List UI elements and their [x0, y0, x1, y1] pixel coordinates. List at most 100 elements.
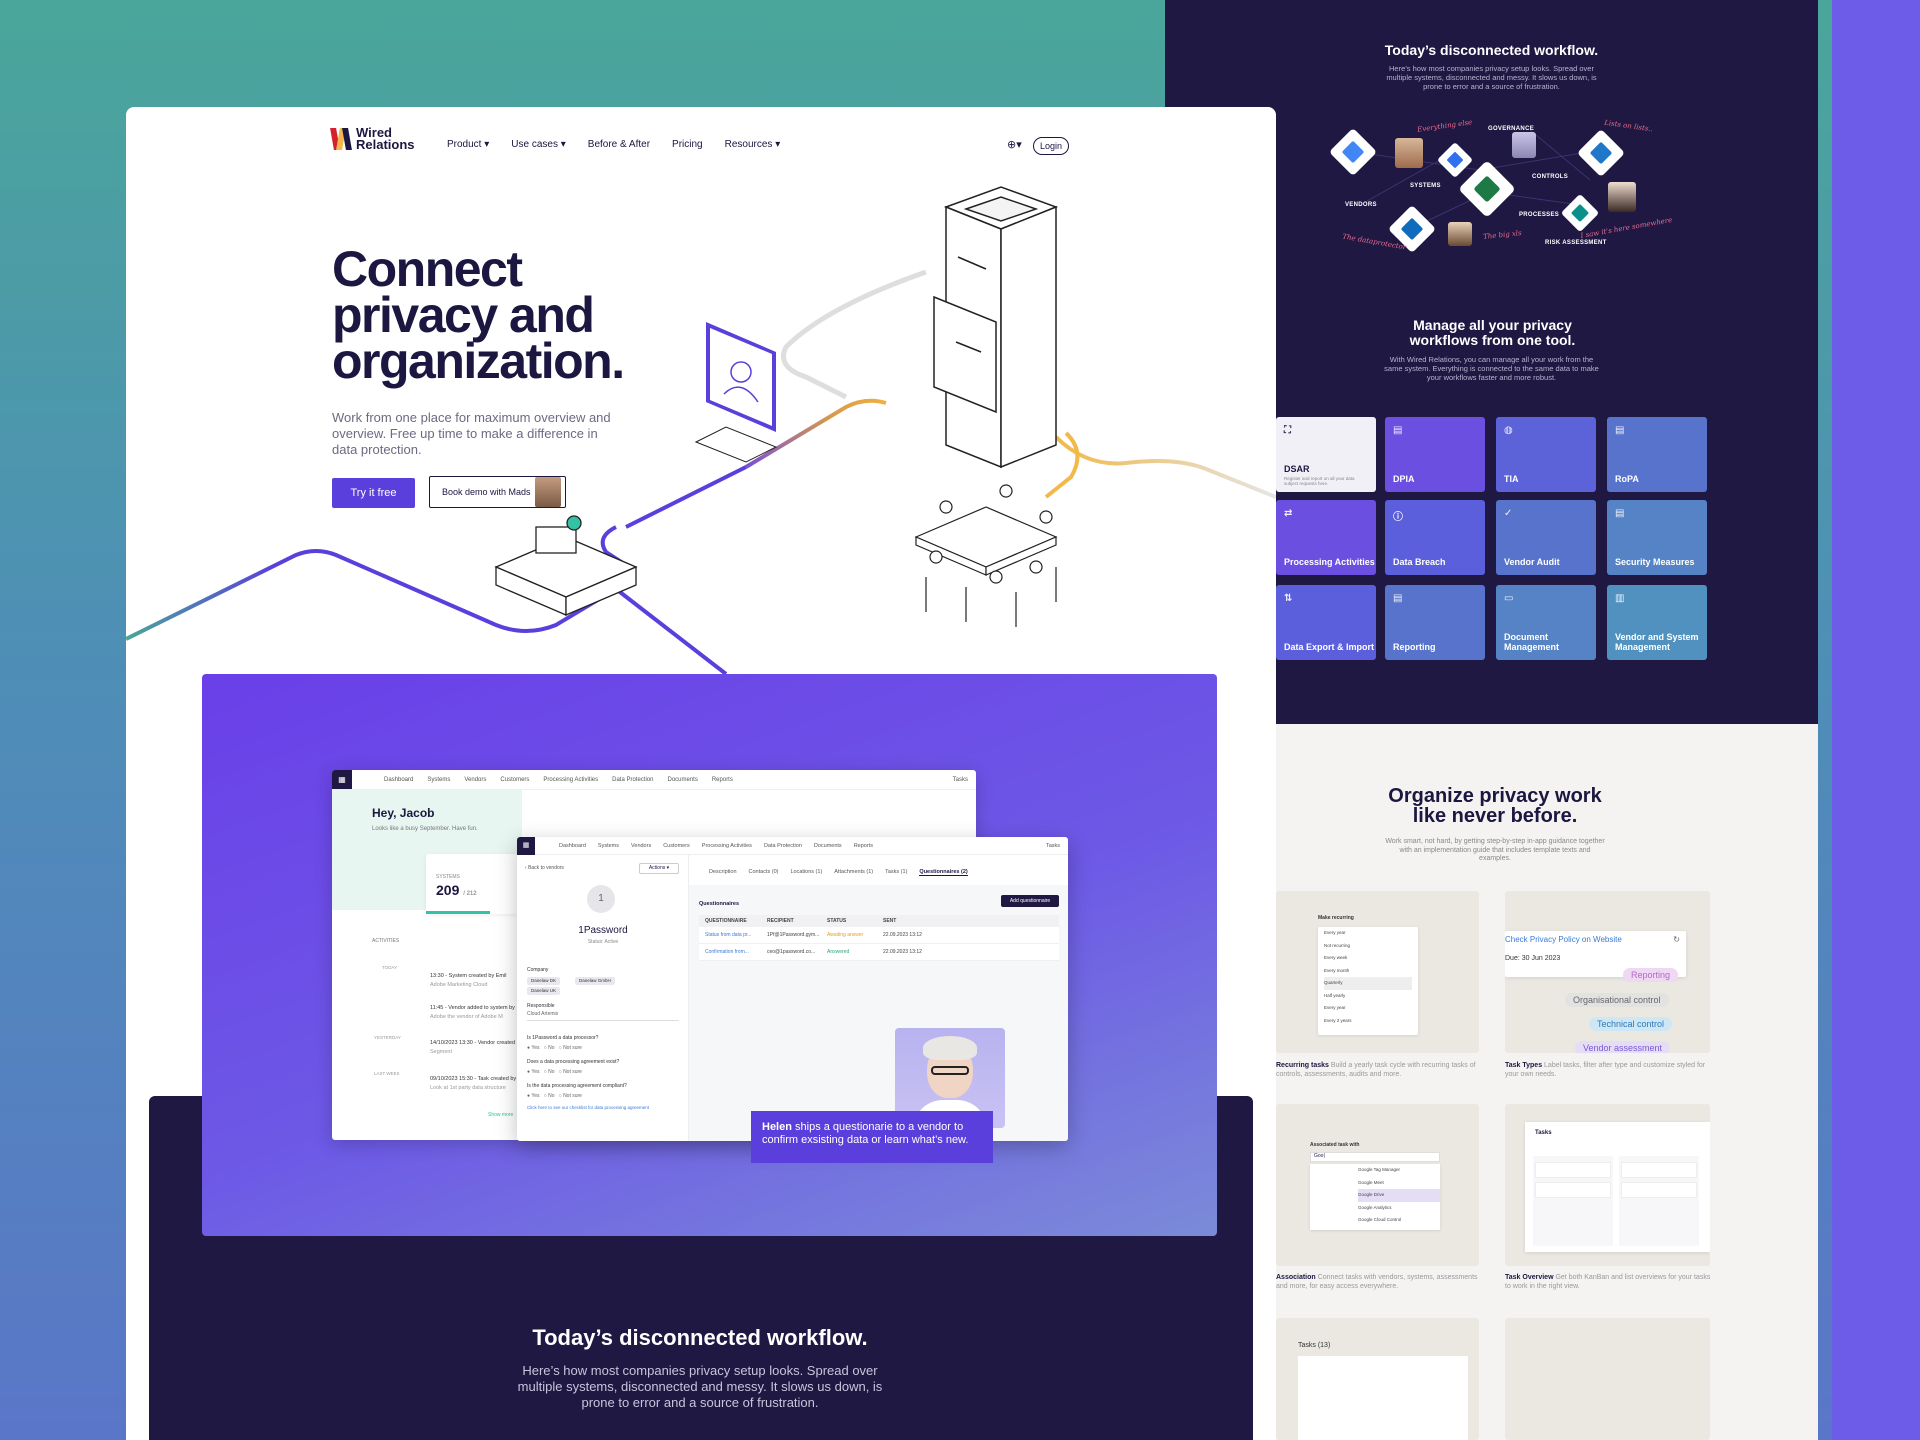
column-questionnaire[interactable]: QUESTIONNAIRE — [705, 918, 767, 924]
stat-value: 209 / 212 — [436, 882, 477, 898]
tab-systems[interactable]: Systems — [598, 843, 619, 849]
recurring-option[interactable]: Half yearly — [1324, 990, 1412, 1003]
tab-documents[interactable]: Documents — [814, 843, 842, 849]
tile-data-breach[interactable]: ⓘ Data Breach — [1385, 500, 1485, 575]
company-chip[interactable]: Danelaw GmbH — [575, 977, 615, 985]
tab-reports[interactable]: Reports — [712, 777, 733, 783]
tab-dashboard[interactable]: Dashboard — [384, 777, 413, 783]
tab-vendors[interactable]: Vendors — [464, 777, 486, 783]
nav-item-product[interactable]: Product ▾ — [447, 139, 489, 150]
recurring-option[interactable]: Every year — [1324, 927, 1412, 940]
tab-documents[interactable]: Documents — [667, 777, 697, 783]
tab-tasks[interactable]: Tasks (1) — [885, 869, 907, 876]
logo[interactable]: Wired Relations — [330, 126, 415, 151]
actions-dropdown[interactable]: Actions ▾ — [639, 863, 679, 874]
tasks-link[interactable]: Tasks — [1046, 843, 1060, 849]
tile-document-management[interactable]: ▭ Document Management — [1496, 585, 1596, 660]
nav-item-pricing[interactable]: Pricing — [672, 139, 703, 150]
tasks-list[interactable] — [1298, 1356, 1468, 1440]
nav-item-before-after[interactable]: Before & After — [588, 139, 650, 150]
company-chip[interactable]: Danelaw DK — [527, 977, 561, 985]
tile-vendor-system-management[interactable]: ▥ Vendor and System Management — [1607, 585, 1707, 660]
kanban-card[interactable] — [1535, 1162, 1611, 1178]
book-demo-button[interactable]: Book demo with Mads — [429, 476, 566, 508]
company-chip[interactable]: Danelaw UK — [527, 987, 561, 995]
association-options[interactable]: Google Tag Manager Google Meet Google Dr… — [1310, 1164, 1440, 1230]
tab-data-protection[interactable]: Data Protection — [612, 777, 653, 783]
tasks-link[interactable]: Tasks — [953, 777, 968, 783]
tile-processing-activities[interactable]: ⇄ Processing Activities — [1276, 500, 1376, 575]
column-sent[interactable]: SENT — [883, 918, 963, 924]
try-free-button[interactable]: Try it free — [332, 478, 415, 508]
app-grid-icon[interactable]: ▦ — [517, 837, 535, 855]
tag-organisational-control[interactable]: Organisational control — [1565, 993, 1669, 1007]
association-option[interactable]: Google Tag Manager — [1358, 1164, 1440, 1177]
tile-dpia[interactable]: ▤ DPIA — [1385, 417, 1485, 492]
show-more-link[interactable]: Show more — [488, 1112, 513, 1118]
tag-technical-control[interactable]: Technical control — [1589, 1017, 1673, 1031]
greeting-subtitle: Looks like a busy September. Have fun. — [372, 826, 478, 832]
tab-customers[interactable]: Customers — [663, 843, 690, 849]
answer-radio-group[interactable]: ● Yes ○ No ○ Not sure — [527, 1093, 582, 1099]
recurring-option[interactable]: Every 2 years — [1324, 1015, 1412, 1028]
recurring-option[interactable]: Every year — [1324, 1002, 1412, 1015]
questionnaire-link[interactable]: Status from data pr... — [705, 932, 767, 938]
recurring-options-list[interactable]: Every year Not recurring Every week Ever… — [1318, 927, 1418, 1035]
association-option[interactable]: Google Cloud Control — [1358, 1214, 1440, 1227]
questionnaire-link[interactable]: Confirmation from... — [705, 949, 767, 955]
answer-radio-group[interactable]: ● Yes ○ No ○ Not sure — [527, 1045, 582, 1051]
tab-questionnaires[interactable]: Questionnaires (2) — [919, 869, 968, 876]
language-globe-icon[interactable]: ⊕▾ — [1007, 138, 1022, 151]
tab-contacts[interactable]: Contacts (0) — [749, 869, 779, 876]
column-recipient[interactable]: RECIPIENT — [767, 918, 827, 924]
recurring-option[interactable]: Every month — [1324, 965, 1412, 978]
tab-data-protection[interactable]: Data Protection — [764, 843, 802, 849]
tab-vendors[interactable]: Vendors — [631, 843, 651, 849]
tag-reporting[interactable]: Reporting — [1623, 968, 1679, 982]
back-to-vendors-link[interactable]: ‹ Back to vendors — [525, 865, 564, 871]
tab-systems[interactable]: Systems — [427, 777, 450, 783]
tile-reporting[interactable]: ▤ Reporting — [1385, 585, 1485, 660]
tab-customers[interactable]: Customers — [500, 777, 529, 783]
tile-dsar[interactable]: ⛶ DSAR Register and report on all your d… — [1276, 417, 1376, 492]
table-row[interactable]: Confirmation from... ceo@1password.co...… — [699, 944, 1059, 961]
tile-vendor-audit[interactable]: ✓ Vendor Audit — [1496, 500, 1596, 575]
task-title[interactable]: Check Privacy Policy on Website — [1505, 935, 1622, 944]
nav-item-use-cases[interactable]: Use cases ▾ — [511, 139, 566, 150]
kanban-card[interactable] — [1535, 1182, 1611, 1198]
association-search-input[interactable]: Goo| — [1310, 1152, 1440, 1162]
tab-description[interactable]: Description — [709, 869, 737, 876]
tile-security-measures[interactable]: ▤ Security Measures — [1607, 500, 1707, 575]
tile-tia[interactable]: ◍ TIA — [1496, 417, 1596, 492]
background-purple-strip — [1832, 0, 1920, 1440]
recurring-option[interactable]: Every week — [1324, 952, 1412, 965]
table-row[interactable]: Status from data pr... 1Pf@1Password.gym… — [699, 927, 1059, 944]
tab-locations[interactable]: Locations (1) — [790, 869, 822, 876]
association-option[interactable]: Google Meet — [1358, 1177, 1440, 1190]
tile-data-export-import[interactable]: ⇅ Data Export & Import — [1276, 585, 1376, 660]
tab-processing-activities[interactable]: Processing Activities — [702, 843, 752, 849]
association-option[interactable]: Google Drive — [1358, 1189, 1440, 1202]
answer-radio-group[interactable]: ● Yes ○ No ○ Not sure — [527, 1069, 582, 1075]
tab-processing-activities[interactable]: Processing Activities — [543, 777, 598, 783]
status-cell: Answered — [827, 949, 850, 955]
dpa-checklist-link[interactable]: Click here to see our checklist for data… — [527, 1105, 649, 1110]
nav-item-resources[interactable]: Resources ▾ — [725, 139, 781, 150]
tab-reports[interactable]: Reports — [854, 843, 873, 849]
tile-ropa[interactable]: ▤ RoPA — [1607, 417, 1707, 492]
recurring-option[interactable]: Quarterly — [1324, 977, 1412, 990]
login-button[interactable]: Login — [1033, 137, 1069, 155]
refresh-icon[interactable]: ↻ — [1673, 935, 1680, 944]
kanban-card[interactable] — [1621, 1182, 1697, 1198]
responsible-select[interactable]: Cloud Artemis — [527, 1011, 679, 1021]
association-option[interactable]: Google Analytics — [1358, 1202, 1440, 1215]
tab-attachments[interactable]: Attachments (1) — [834, 869, 873, 876]
recurring-option[interactable]: Not recurring — [1324, 940, 1412, 953]
add-questionnaire-button[interactable]: Add questionnaire — [1001, 895, 1059, 907]
kanban-board[interactable]: Tasks — [1525, 1122, 1710, 1252]
column-status[interactable]: STATUS — [827, 918, 883, 924]
kanban-card[interactable] — [1621, 1162, 1697, 1178]
tab-dashboard[interactable]: Dashboard — [559, 843, 586, 849]
tag-vendor-assessment[interactable]: Vendor assessment — [1575, 1041, 1671, 1053]
systems-stat-card[interactable]: SYSTEMS 209 / 212 — [426, 854, 518, 914]
